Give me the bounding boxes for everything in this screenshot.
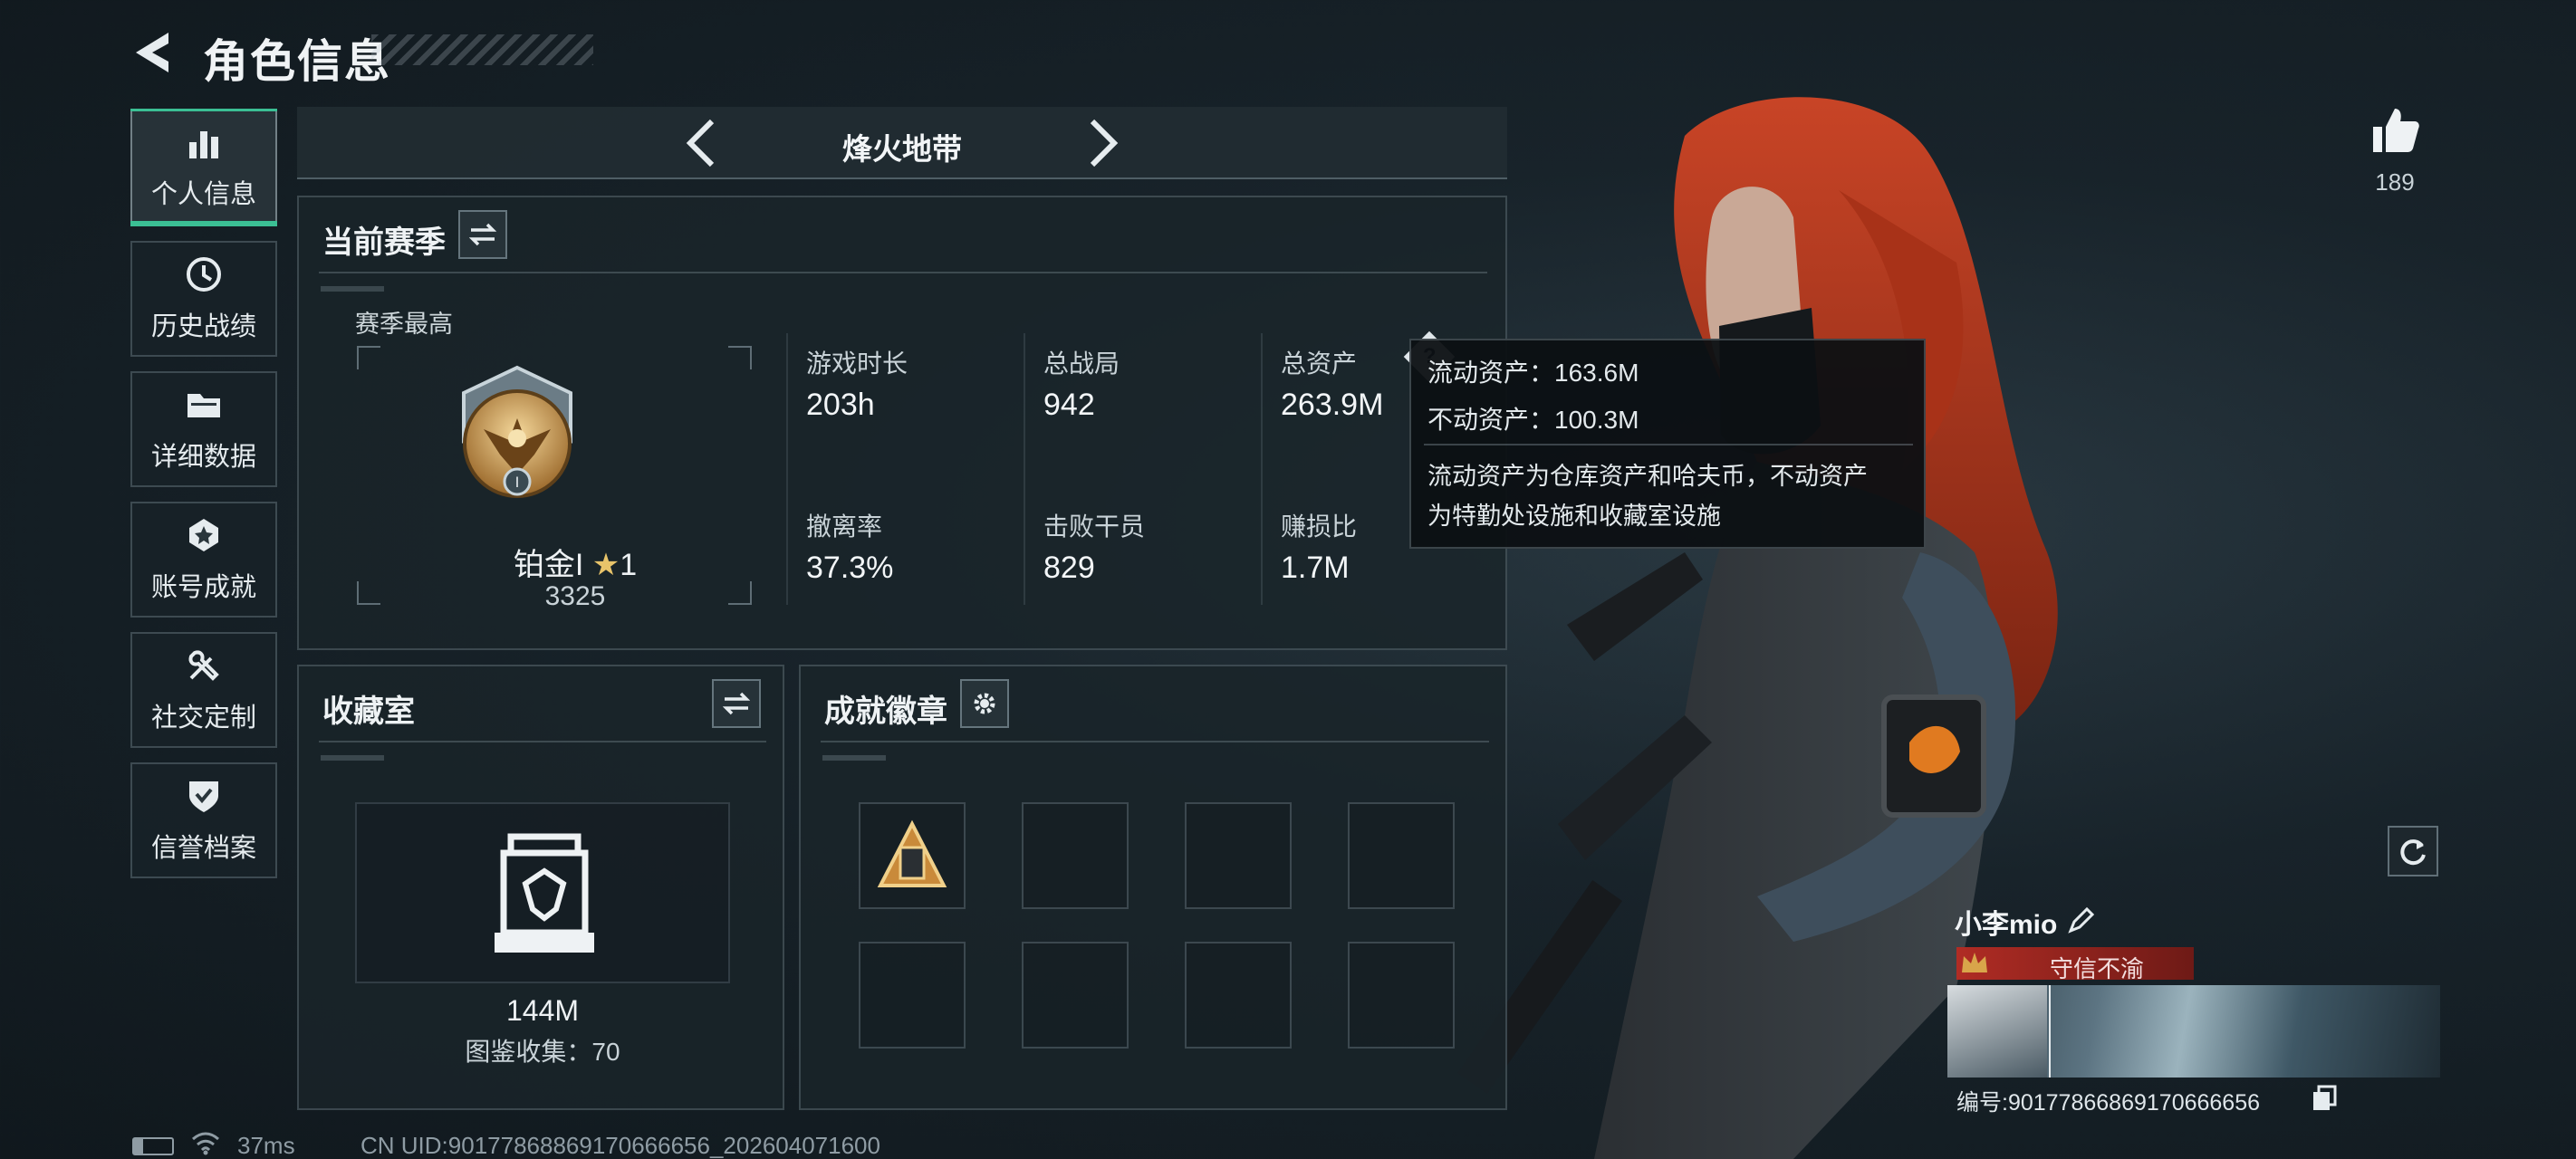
sidebar-item-credit-profile[interactable]: 信誉档案	[130, 762, 277, 878]
current-season-panel: 当前赛季 赛季最高 I 铂金I ★1 3325 游戏时长 203h 总战局 94…	[297, 196, 1507, 650]
badge-slot[interactable]	[1348, 942, 1455, 1049]
sidebar-item-personal-info[interactable]: 个人信息	[130, 109, 277, 226]
swap-icon	[469, 223, 496, 246]
title-badge-text: 守信不渝	[2049, 955, 2144, 982]
sidebar-item-label: 详细数据	[150, 443, 256, 472]
uid-text: CN UID:90177868869170666656_202604071600	[360, 1132, 880, 1159]
stat-value: 263.9M	[1281, 388, 1384, 422]
display-case-icon	[495, 833, 594, 953]
season-title: 当前赛季	[322, 225, 446, 260]
stat-value: 1.7M	[1281, 551, 1350, 585]
badge-slot[interactable]	[1185, 942, 1292, 1049]
sidebar-item-label: 账号成就	[150, 573, 256, 602]
mode-title: 烽火地带	[842, 132, 962, 166]
sidebar-item-label: 信誉档案	[150, 834, 256, 863]
mode-selector: 烽火地带	[297, 107, 1507, 179]
badge-slot[interactable]	[859, 802, 966, 909]
thumbs-up-icon[interactable]	[2368, 103, 2422, 158]
wifi-icon	[192, 1132, 219, 1155]
sidebar-item-label: 个人信息	[150, 180, 256, 209]
achievement-badge-icon	[189, 519, 218, 551]
collection-room-panel: 收藏室 144M 图鉴收集：70	[297, 665, 784, 1110]
badge-slot[interactable]	[859, 942, 966, 1049]
network-ping: 37ms	[237, 1132, 295, 1159]
stat-value: 37.3%	[806, 551, 894, 585]
player-id: 编号:9017786686917066665​6	[1956, 1090, 2261, 1116]
stat-label: 总资产	[1281, 350, 1358, 378]
title-decoration	[371, 34, 593, 65]
tools-icon	[188, 650, 219, 681]
sidebar-item-history[interactable]: 历史战绩	[130, 241, 277, 357]
player-banner-image[interactable]	[1947, 985, 2440, 1078]
achievements-title: 成就徽章	[824, 694, 947, 729]
tooltip-description: 流动资产为仓库资产和哈夫币，不动资产	[1427, 463, 1868, 490]
like-count: 189	[2375, 168, 2415, 196]
collection-title: 收藏室	[322, 694, 415, 729]
catalog-count: 图鉴收集：70	[465, 1038, 620, 1066]
stat-value: 942	[1043, 388, 1095, 422]
refresh-icon	[2400, 839, 2426, 866]
back-arrow-icon[interactable]	[129, 27, 172, 78]
folder-icon	[187, 394, 220, 417]
gear-icon	[974, 693, 995, 714]
bar-chart-icon	[189, 131, 218, 158]
sidebar-item-social-custom[interactable]: 社交定制	[130, 632, 277, 748]
badge-slot[interactable]	[1348, 802, 1455, 909]
stat-label: 赚损比	[1281, 512, 1358, 541]
collection-display[interactable]	[355, 802, 730, 983]
rank-score: 3325	[544, 581, 606, 611]
fixed-assets: 不动资产：100.3M	[1427, 406, 1639, 434]
stat-label: 总战局	[1043, 350, 1120, 378]
sidebar-item-label: 历史战绩	[150, 312, 256, 341]
season-switch-button[interactable]	[458, 210, 507, 259]
chevron-right-icon[interactable]	[1085, 118, 1121, 168]
collection-value: 144M	[505, 994, 580, 1027]
sidebar-item-label: 社交定制	[150, 704, 256, 733]
sidebar-item-account-achievements[interactable]: 账号成就	[130, 502, 277, 618]
achievements-panel: 成就徽章	[799, 665, 1507, 1110]
copy-icon[interactable]	[2312, 1085, 2337, 1112]
battery-icon	[132, 1137, 174, 1155]
clock-history-icon	[187, 257, 221, 292]
rank-stars: 1	[620, 548, 638, 582]
stat-label: 撤离率	[806, 512, 883, 541]
collection-switch-button[interactable]	[712, 679, 761, 728]
liquid-assets: 流动资产：163.6M	[1427, 359, 1639, 387]
rank-medal-icon: I	[462, 365, 572, 498]
star-icon: ★	[591, 548, 620, 582]
achievements-settings-button[interactable]	[960, 679, 1009, 728]
stat-value: 829	[1043, 551, 1095, 585]
rank-name: 铂金I	[513, 548, 584, 582]
svg-text:I: I	[515, 474, 520, 491]
sidebar-item-detailed-data[interactable]: 详细数据	[130, 371, 277, 487]
badge-slot[interactable]	[1022, 802, 1129, 909]
swap-icon	[723, 692, 750, 715]
achievement-badge-icon	[877, 819, 947, 887]
edit-pencil-icon[interactable]	[2067, 907, 2094, 934]
shield-check-icon	[189, 781, 218, 812]
tooltip-description: 为特勤处设施和收藏室设施	[1427, 503, 1721, 530]
stat-value: 203h	[806, 388, 875, 422]
stat-label: 击败干员	[1043, 512, 1146, 541]
title-badge: 守信不渝	[1956, 947, 2194, 982]
stat-label: 游戏时长	[806, 350, 908, 378]
season-best-label: 赛季最高	[355, 311, 453, 338]
badge-slot[interactable]	[1022, 942, 1129, 1049]
page-title: 角色信息	[203, 36, 391, 87]
asset-tooltip: 流动资产：163.6M 不动资产：100.3M 流动资产为仓库资产和哈夫币，不动…	[1409, 339, 1926, 549]
player-name: 小李mio	[1955, 910, 2058, 940]
badge-slot[interactable]	[1185, 802, 1292, 909]
rotate-character-button[interactable]	[2388, 826, 2438, 876]
rank-name-row: 铂金I ★1	[471, 540, 679, 584]
crown-emblem-icon	[1962, 953, 1987, 972]
